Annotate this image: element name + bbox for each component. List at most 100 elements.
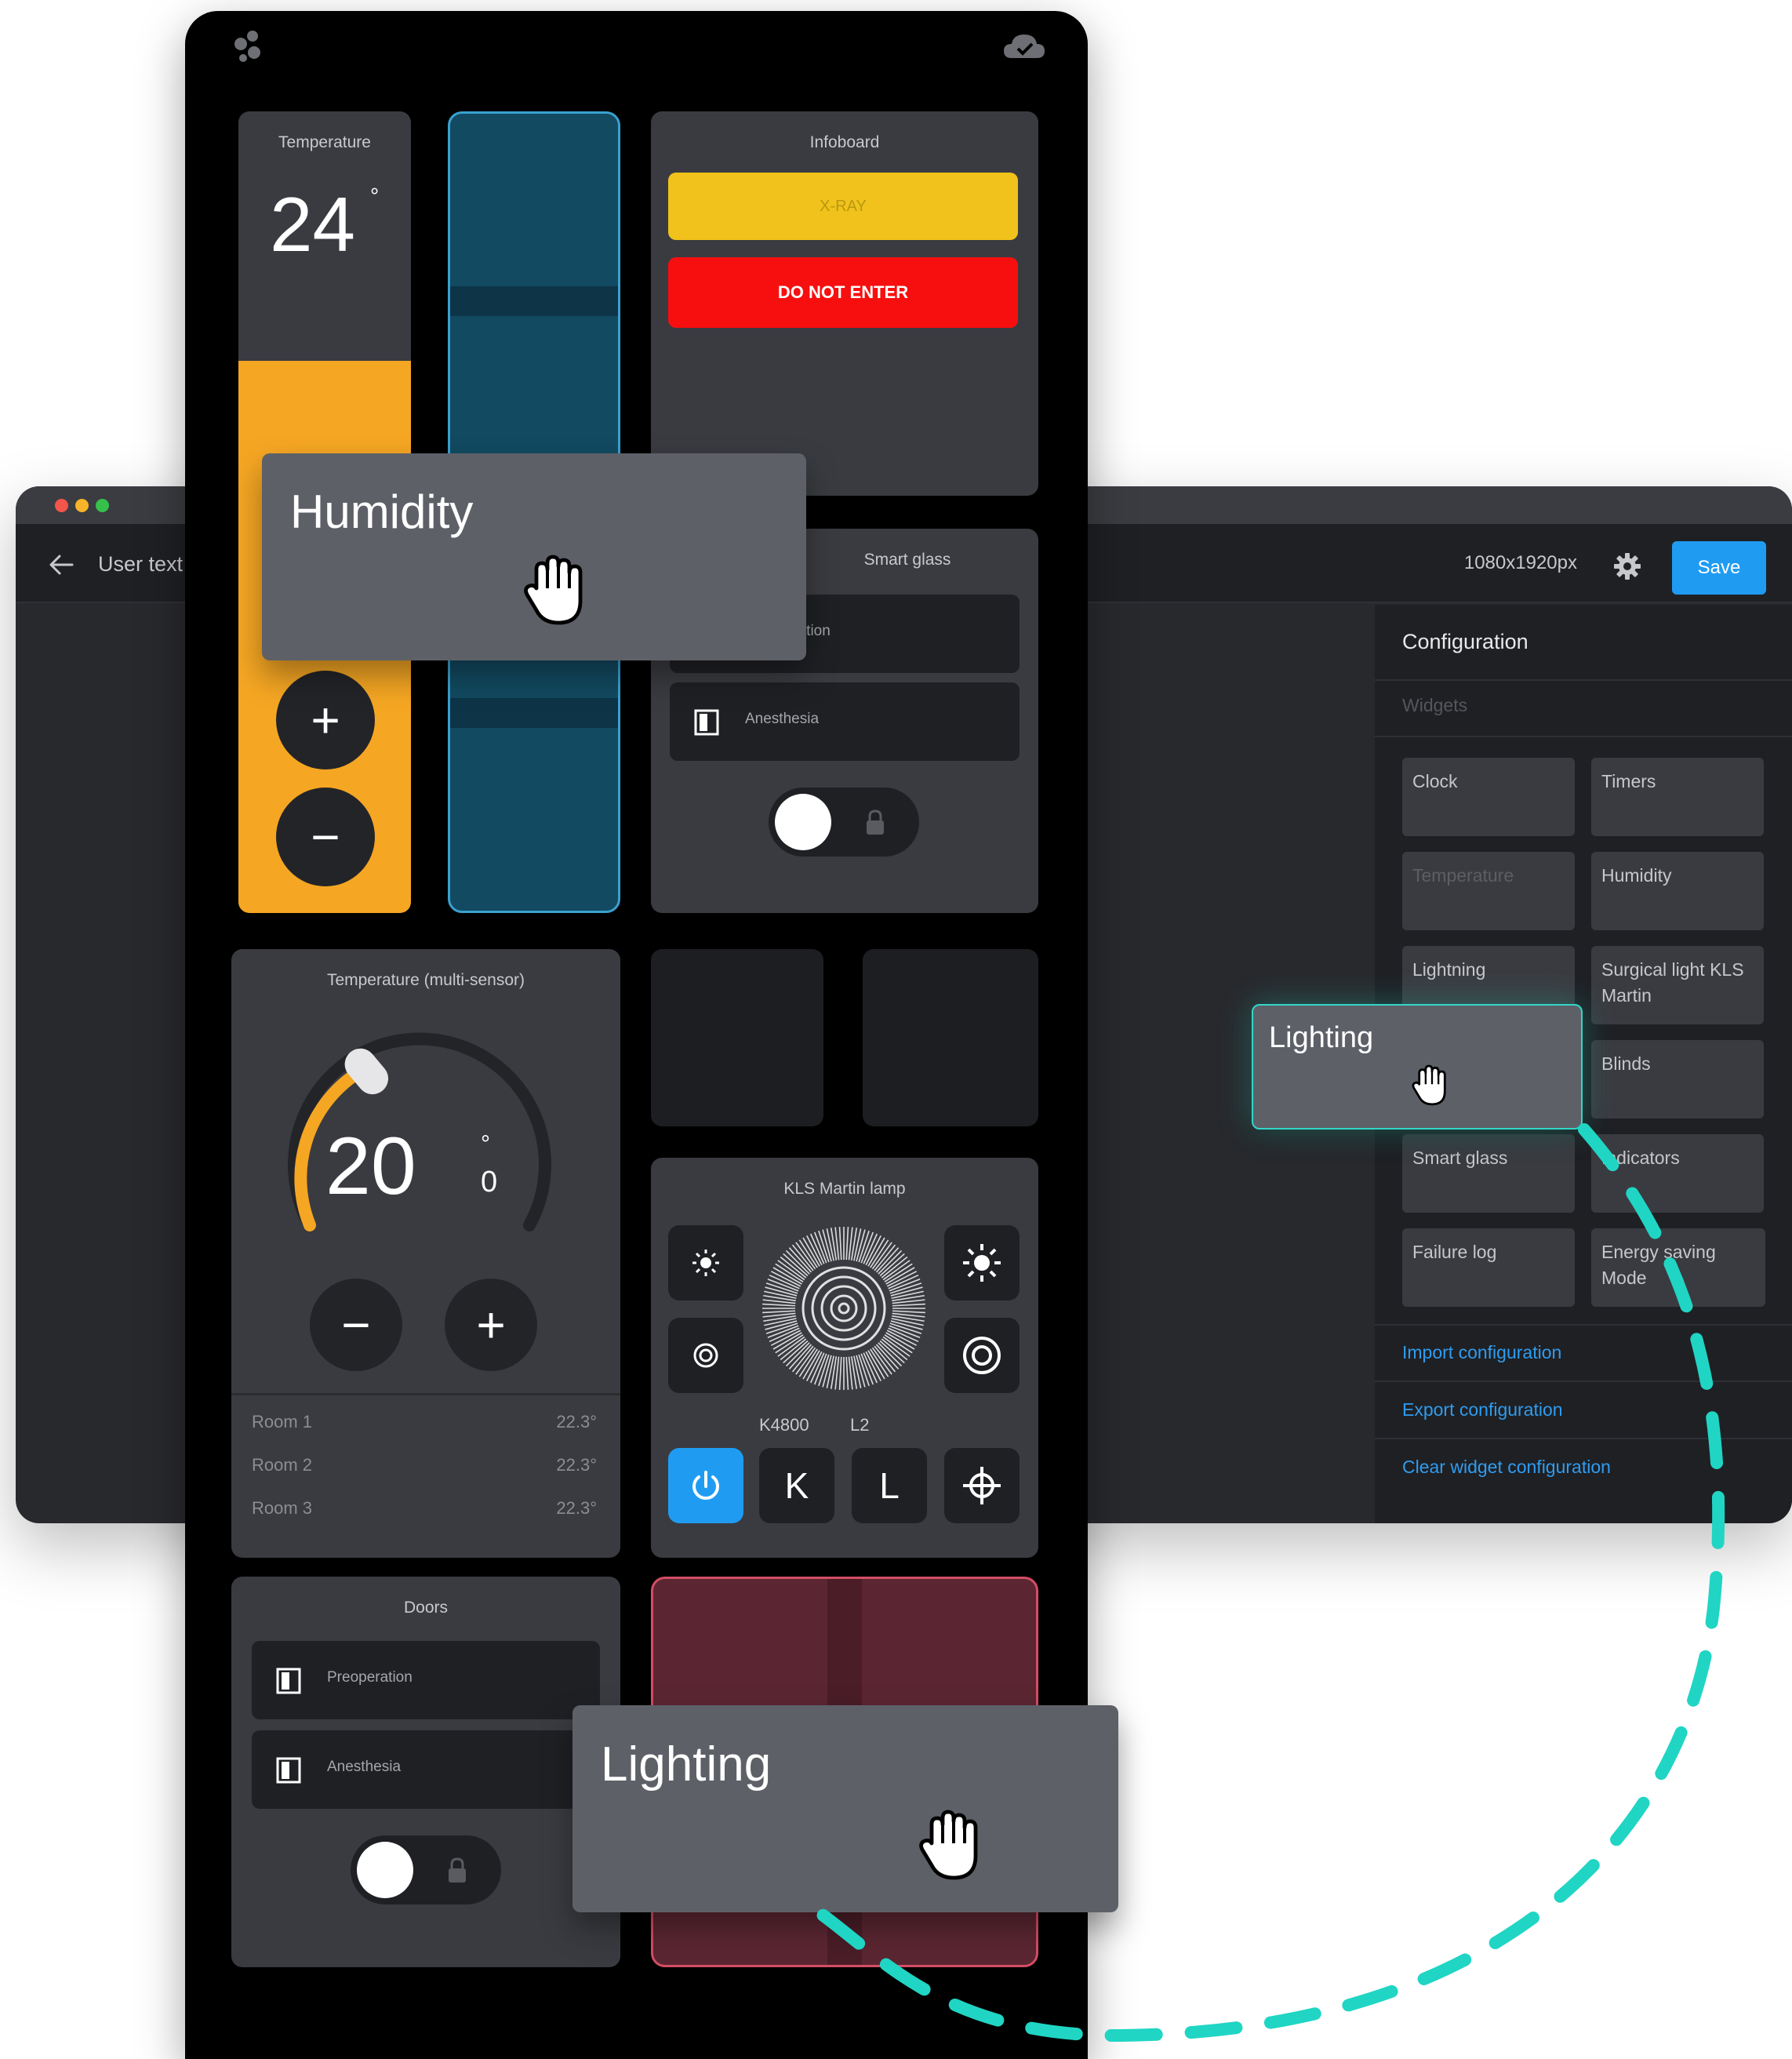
close-window-button[interactable]: [55, 499, 68, 512]
room-row: Room 3 22.3°: [252, 1498, 597, 1530]
divider: [1375, 679, 1792, 681]
save-button[interactable]: Save: [1672, 541, 1766, 595]
lamp-l-value: L2: [850, 1415, 870, 1435]
configuration-title: Configuration: [1402, 630, 1528, 653]
room-row: Room 1 22.3°: [252, 1412, 597, 1443]
brightness-low-button[interactable]: [668, 1225, 743, 1301]
temperature-minus-button[interactable]: −: [276, 788, 375, 886]
widget-blinds[interactable]: Blinds: [1591, 1040, 1764, 1119]
temperature-multi-decimal: 0: [481, 1166, 498, 1199]
lamp-power-button[interactable]: [668, 1448, 743, 1523]
brightness-high-button[interactable]: [944, 1225, 1020, 1301]
lamp-k-button[interactable]: K: [759, 1448, 834, 1523]
lamp-light-pattern: [762, 1227, 925, 1390]
focus-large-button[interactable]: [944, 1318, 1020, 1393]
temperature-unit: °: [370, 184, 380, 208]
back-arrow-icon[interactable]: [45, 549, 77, 580]
resolution-label: 1080x1920px: [1463, 552, 1577, 573]
lamp-ray: [838, 1356, 842, 1390]
empty-widget-slot[interactable]: [651, 949, 823, 1126]
gear-icon[interactable]: [1612, 551, 1643, 582]
widget-failure-log[interactable]: Failure log: [1402, 1228, 1575, 1307]
temperature-multi-value: 20: [325, 1121, 416, 1212]
lamp-ray: [762, 1303, 796, 1307]
room-name: Room 2: [252, 1455, 313, 1475]
maximize-window-button[interactable]: [96, 499, 109, 512]
doors-label: Doors: [403, 1599, 449, 1617]
lighting-drag-card-small[interactable]: Lighting: [1252, 1004, 1583, 1130]
lamp-move-button[interactable]: [944, 1448, 1020, 1523]
lamp-ray: [845, 1227, 849, 1261]
xray-indicator[interactable]: X-RAY: [668, 173, 1018, 240]
door-row[interactable]: Preoperation: [252, 1641, 600, 1719]
temperature-plus-button[interactable]: +: [276, 671, 375, 769]
widget-temperature: Temperature: [1402, 852, 1575, 930]
lamp-ray: [762, 1310, 796, 1314]
temperature-dial[interactable]: [263, 1012, 576, 1263]
toggle-knob: [357, 1842, 413, 1898]
temperature-multi-plus-button[interactable]: +: [445, 1279, 537, 1371]
door-icon: [694, 709, 719, 736]
lock-icon: [867, 809, 884, 835]
door-label: Anesthesia: [745, 711, 820, 727]
temperature-multi-minus-button[interactable]: −: [310, 1279, 402, 1371]
power-icon: [692, 1471, 719, 1500]
sun-small-icon: [692, 1250, 719, 1276]
kls-martin-lamp-widget: KLS Martin lamp K4800 L2 K L: [651, 1158, 1038, 1558]
lock-icon: [449, 1857, 466, 1883]
room-name: Room 3: [252, 1498, 313, 1518]
minimize-window-button[interactable]: [75, 499, 89, 512]
dial-knob: [344, 1048, 389, 1095]
lamp-ray: [845, 1356, 849, 1390]
infoboard-widget: Infoboard X-RAY DO NOT ENTER: [651, 111, 1038, 496]
widget-clock[interactable]: Clock: [1402, 758, 1575, 836]
door-label: Preoperation: [327, 1669, 413, 1686]
doors-widget: Doors Preoperation Anesthesia: [231, 1577, 620, 1967]
temperature-multi-label: Temperature (multi-sensor): [326, 971, 525, 989]
temperature-value: 24: [270, 181, 356, 267]
divider: [1375, 1381, 1792, 1382]
door-row[interactable]: Anesthesia: [252, 1730, 600, 1809]
blinds-slat: [450, 286, 618, 316]
cloud-icon[interactable]: [1001, 30, 1048, 64]
widget-smart-glass[interactable]: Smart glass: [1402, 1134, 1575, 1213]
temperature-multi-sensor-widget: Temperature (multi-sensor) 20 ° 0 − + Ro…: [231, 949, 620, 1558]
hand-grab-icon: [919, 1810, 978, 1880]
smart-glass-toggle[interactable]: [769, 788, 919, 857]
import-configuration-link[interactable]: Import configuration: [1402, 1342, 1561, 1363]
hand-grab-icon: [1412, 1064, 1446, 1106]
lighting-drag-label-small: Lighting: [1269, 1021, 1374, 1054]
humidity-drag-card[interactable]: Humidity: [262, 453, 806, 660]
empty-widget-slot[interactable]: [863, 949, 1038, 1126]
lamp-l-button[interactable]: L: [852, 1448, 927, 1523]
lamp-ray: [892, 1303, 925, 1307]
smart-glass-door-row[interactable]: Anesthesia: [670, 682, 1020, 761]
temperature-label: Temperature: [278, 133, 371, 151]
widget-energy-saving[interactable]: Energy saving Mode: [1591, 1228, 1765, 1307]
focus-small-icon: [693, 1343, 718, 1368]
editor-title: User text: [98, 552, 184, 576]
temperature-multi-unit: °: [481, 1131, 490, 1157]
blinds-slat: [450, 698, 618, 728]
toggle-knob: [775, 794, 831, 850]
room-name: Room 1: [252, 1412, 313, 1431]
widget-humidity[interactable]: Humidity: [1591, 852, 1764, 930]
humidity-drag-label: Humidity: [290, 486, 474, 538]
divider: [1375, 1438, 1792, 1439]
divider: [231, 1393, 620, 1395]
lamp-k-value: K4800: [759, 1415, 809, 1435]
widget-timers[interactable]: Timers: [1591, 758, 1764, 836]
clear-widget-configuration-link[interactable]: Clear widget configuration: [1402, 1457, 1611, 1478]
lamp-label: KLS Martin lamp: [783, 1180, 906, 1198]
doors-toggle[interactable]: [351, 1835, 501, 1904]
widget-indicators[interactable]: Indicators: [1591, 1134, 1764, 1213]
widgets-section-label: Widgets: [1402, 695, 1468, 715]
lighting-drag-card-large[interactable]: Lighting: [572, 1705, 1118, 1912]
export-configuration-link[interactable]: Export configuration: [1402, 1399, 1563, 1421]
divider: [1375, 736, 1792, 737]
room-value: 22.3°: [556, 1455, 597, 1475]
widget-surgical-light[interactable]: Surgical light KLS Martin: [1591, 946, 1764, 1024]
do-not-enter-indicator[interactable]: DO NOT ENTER: [668, 257, 1018, 328]
focus-small-button[interactable]: [668, 1318, 743, 1393]
door-icon: [276, 1668, 301, 1694]
